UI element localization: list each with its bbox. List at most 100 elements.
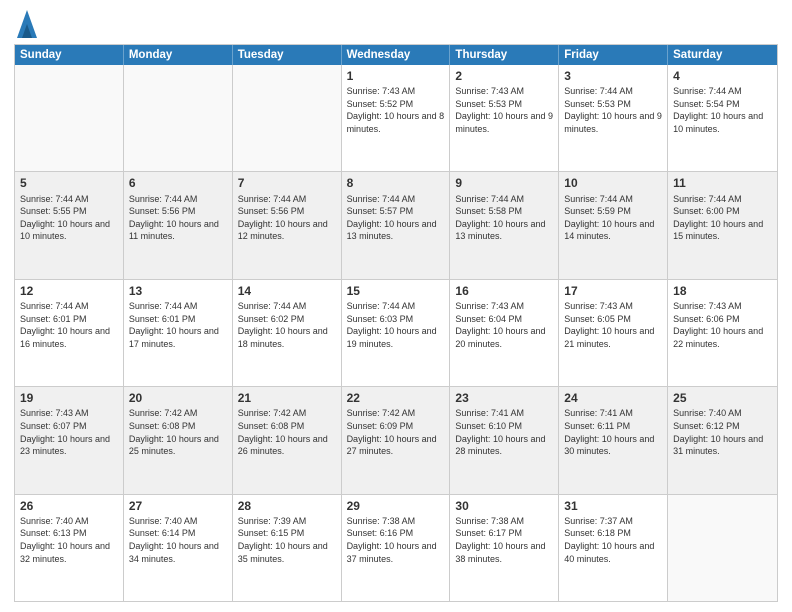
cal-cell: 31Sunrise: 7:37 AM Sunset: 6:18 PM Dayli… xyxy=(559,495,668,601)
day-number: 25 xyxy=(673,390,772,406)
day-number: 11 xyxy=(673,175,772,191)
cell-info: Sunrise: 7:42 AM Sunset: 6:09 PM Dayligh… xyxy=(347,407,445,457)
day-number: 1 xyxy=(347,68,445,84)
cal-header-friday: Friday xyxy=(559,45,668,65)
cell-info: Sunrise: 7:44 AM Sunset: 6:01 PM Dayligh… xyxy=(20,300,118,350)
calendar: SundayMondayTuesdayWednesdayThursdayFrid… xyxy=(14,44,778,602)
cell-info: Sunrise: 7:40 AM Sunset: 6:13 PM Dayligh… xyxy=(20,515,118,565)
cal-cell: 26Sunrise: 7:40 AM Sunset: 6:13 PM Dayli… xyxy=(15,495,124,601)
cal-cell: 5 Sunrise: 7:44 AM Sunset: 5:55 PM Daylig… xyxy=(15,172,124,278)
day-number: 16 xyxy=(455,283,553,299)
logo xyxy=(14,14,37,38)
cal-cell: 27Sunrise: 7:40 AM Sunset: 6:14 PM Dayli… xyxy=(124,495,233,601)
cal-cell xyxy=(668,495,777,601)
cal-cell: 23Sunrise: 7:41 AM Sunset: 6:10 PM Dayli… xyxy=(450,387,559,493)
cal-week-2: 5 Sunrise: 7:44 AM Sunset: 5:55 PM Daylig… xyxy=(15,171,777,278)
cal-cell: 18Sunrise: 7:43 AM Sunset: 6:06 PM Dayli… xyxy=(668,280,777,386)
cal-cell: 11 Sunrise: 7:44 AM Sunset: 6:00 PM Dayli… xyxy=(668,172,777,278)
cal-week-1: 1Sunrise: 7:43 AM Sunset: 5:52 PM Daylig… xyxy=(15,65,777,171)
day-number: 6 xyxy=(129,175,227,191)
day-number: 24 xyxy=(564,390,662,406)
cal-cell: 22Sunrise: 7:42 AM Sunset: 6:09 PM Dayli… xyxy=(342,387,451,493)
day-number: 31 xyxy=(564,498,662,514)
cal-cell: 6 Sunrise: 7:44 AM Sunset: 5:56 PM Daylig… xyxy=(124,172,233,278)
cell-info: Sunrise: 7:41 AM Sunset: 6:10 PM Dayligh… xyxy=(455,407,553,457)
cal-cell: 8 Sunrise: 7:44 AM Sunset: 5:57 PM Daylig… xyxy=(342,172,451,278)
cal-header-tuesday: Tuesday xyxy=(233,45,342,65)
cell-info: Sunrise: 7:44 AM Sunset: 5:57 PM Dayligh… xyxy=(347,193,445,243)
day-number: 22 xyxy=(347,390,445,406)
cell-info: Sunrise: 7:44 AM Sunset: 6:03 PM Dayligh… xyxy=(347,300,445,350)
day-number: 30 xyxy=(455,498,553,514)
cell-info: Sunrise: 7:44 AM Sunset: 5:56 PM Dayligh… xyxy=(129,193,227,243)
logo-icon xyxy=(17,10,37,38)
day-number: 21 xyxy=(238,390,336,406)
cell-info: Sunrise: 7:44 AM Sunset: 5:56 PM Dayligh… xyxy=(238,193,336,243)
cell-info: Sunrise: 7:40 AM Sunset: 6:14 PM Dayligh… xyxy=(129,515,227,565)
cal-cell: 3Sunrise: 7:44 AM Sunset: 5:53 PM Daylig… xyxy=(559,65,668,171)
cal-cell: 9Sunrise: 7:44 AM Sunset: 5:58 PM Daylig… xyxy=(450,172,559,278)
cell-info: Sunrise: 7:44 AM Sunset: 6:00 PM Dayligh… xyxy=(673,193,772,243)
cal-cell: 1Sunrise: 7:43 AM Sunset: 5:52 PM Daylig… xyxy=(342,65,451,171)
cal-cell: 29Sunrise: 7:38 AM Sunset: 6:16 PM Dayli… xyxy=(342,495,451,601)
cell-info: Sunrise: 7:44 AM Sunset: 5:58 PM Dayligh… xyxy=(455,193,553,243)
cal-cell: 19Sunrise: 7:43 AM Sunset: 6:07 PM Dayli… xyxy=(15,387,124,493)
cell-info: Sunrise: 7:40 AM Sunset: 6:12 PM Dayligh… xyxy=(673,407,772,457)
cell-info: Sunrise: 7:42 AM Sunset: 6:08 PM Dayligh… xyxy=(129,407,227,457)
day-number: 12 xyxy=(20,283,118,299)
cal-cell: 14Sunrise: 7:44 AM Sunset: 6:02 PM Dayli… xyxy=(233,280,342,386)
cal-cell: 10 Sunrise: 7:44 AM Sunset: 5:59 PM Dayli… xyxy=(559,172,668,278)
day-number: 19 xyxy=(20,390,118,406)
cal-header-sunday: Sunday xyxy=(15,45,124,65)
day-number: 10 xyxy=(564,175,662,191)
cell-info: Sunrise: 7:43 AM Sunset: 6:05 PM Dayligh… xyxy=(564,300,662,350)
day-number: 27 xyxy=(129,498,227,514)
day-number: 23 xyxy=(455,390,553,406)
cell-info: Sunrise: 7:44 AM Sunset: 5:59 PM Dayligh… xyxy=(564,193,662,243)
day-number: 29 xyxy=(347,498,445,514)
cal-cell: 4Sunrise: 7:44 AM Sunset: 5:54 PM Daylig… xyxy=(668,65,777,171)
cal-cell: 13Sunrise: 7:44 AM Sunset: 6:01 PM Dayli… xyxy=(124,280,233,386)
cal-cell: 21Sunrise: 7:42 AM Sunset: 6:08 PM Dayli… xyxy=(233,387,342,493)
day-number: 18 xyxy=(673,283,772,299)
day-number: 15 xyxy=(347,283,445,299)
cal-cell: 12Sunrise: 7:44 AM Sunset: 6:01 PM Dayli… xyxy=(15,280,124,386)
calendar-body: 1Sunrise: 7:43 AM Sunset: 5:52 PM Daylig… xyxy=(15,65,777,601)
cell-info: Sunrise: 7:44 AM Sunset: 5:54 PM Dayligh… xyxy=(673,85,772,135)
cell-info: Sunrise: 7:43 AM Sunset: 5:52 PM Dayligh… xyxy=(347,85,445,135)
cal-cell: 16Sunrise: 7:43 AM Sunset: 6:04 PM Dayli… xyxy=(450,280,559,386)
cal-cell: 28Sunrise: 7:39 AM Sunset: 6:15 PM Dayli… xyxy=(233,495,342,601)
day-number: 26 xyxy=(20,498,118,514)
cal-cell xyxy=(233,65,342,171)
cal-cell xyxy=(124,65,233,171)
cal-week-3: 12Sunrise: 7:44 AM Sunset: 6:01 PM Dayli… xyxy=(15,279,777,386)
cell-info: Sunrise: 7:44 AM Sunset: 5:55 PM Dayligh… xyxy=(20,193,118,243)
day-number: 2 xyxy=(455,68,553,84)
day-number: 14 xyxy=(238,283,336,299)
cell-info: Sunrise: 7:38 AM Sunset: 6:16 PM Dayligh… xyxy=(347,515,445,565)
day-number: 7 xyxy=(238,175,336,191)
cell-info: Sunrise: 7:44 AM Sunset: 6:01 PM Dayligh… xyxy=(129,300,227,350)
cal-week-5: 26Sunrise: 7:40 AM Sunset: 6:13 PM Dayli… xyxy=(15,494,777,601)
cell-info: Sunrise: 7:43 AM Sunset: 6:04 PM Dayligh… xyxy=(455,300,553,350)
cal-cell: 25Sunrise: 7:40 AM Sunset: 6:12 PM Dayli… xyxy=(668,387,777,493)
day-number: 8 xyxy=(347,175,445,191)
cal-week-4: 19Sunrise: 7:43 AM Sunset: 6:07 PM Dayli… xyxy=(15,386,777,493)
cell-info: Sunrise: 7:43 AM Sunset: 5:53 PM Dayligh… xyxy=(455,85,553,135)
cell-info: Sunrise: 7:41 AM Sunset: 6:11 PM Dayligh… xyxy=(564,407,662,457)
cell-info: Sunrise: 7:44 AM Sunset: 5:53 PM Dayligh… xyxy=(564,85,662,135)
cal-header-thursday: Thursday xyxy=(450,45,559,65)
cal-cell: 17Sunrise: 7:43 AM Sunset: 6:05 PM Dayli… xyxy=(559,280,668,386)
day-number: 5 xyxy=(20,175,118,191)
cal-cell: 20Sunrise: 7:42 AM Sunset: 6:08 PM Dayli… xyxy=(124,387,233,493)
cal-header-wednesday: Wednesday xyxy=(342,45,451,65)
cal-cell xyxy=(15,65,124,171)
cal-cell: 30Sunrise: 7:38 AM Sunset: 6:17 PM Dayli… xyxy=(450,495,559,601)
calendar-header-row: SundayMondayTuesdayWednesdayThursdayFrid… xyxy=(15,45,777,65)
cell-info: Sunrise: 7:43 AM Sunset: 6:07 PM Dayligh… xyxy=(20,407,118,457)
cal-cell: 7 Sunrise: 7:44 AM Sunset: 5:56 PM Daylig… xyxy=(233,172,342,278)
cell-info: Sunrise: 7:38 AM Sunset: 6:17 PM Dayligh… xyxy=(455,515,553,565)
cal-cell: 2Sunrise: 7:43 AM Sunset: 5:53 PM Daylig… xyxy=(450,65,559,171)
cell-info: Sunrise: 7:37 AM Sunset: 6:18 PM Dayligh… xyxy=(564,515,662,565)
cell-info: Sunrise: 7:39 AM Sunset: 6:15 PM Dayligh… xyxy=(238,515,336,565)
